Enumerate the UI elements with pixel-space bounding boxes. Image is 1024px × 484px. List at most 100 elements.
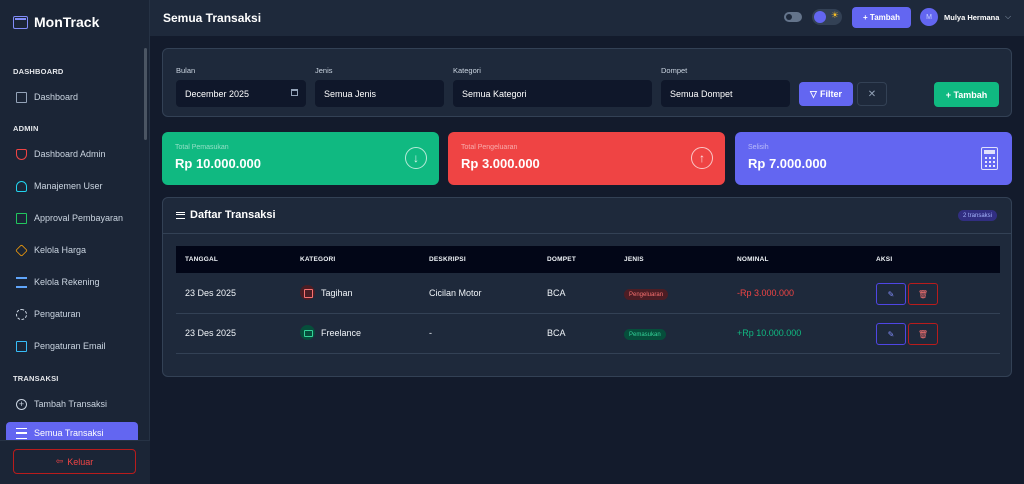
- user-name[interactable]: Mulya Hermana: [944, 13, 999, 22]
- cell-date: 23 Des 2025: [185, 288, 237, 298]
- th-description[interactable]: DESKRIPSI: [429, 256, 466, 263]
- category-select[interactable]: Semua Kategori: [453, 80, 652, 107]
- section-transaksi: TRANSAKSI: [13, 374, 59, 383]
- list-icon: [16, 427, 27, 439]
- diff-value: Rp 7.000.000: [748, 156, 827, 171]
- wallet-label: Dompet: [661, 66, 688, 75]
- type-badge: Pemasukan: [624, 329, 666, 340]
- chevron-down-icon[interactable]: ⌵: [1005, 12, 1011, 22]
- sidebar-item-label: Dashboard: [34, 92, 79, 102]
- type-value: Semua Jenis: [324, 88, 377, 99]
- sidebar-item-label: Manajemen User: [34, 181, 103, 191]
- expense-label: Total Pengeluaran: [461, 144, 518, 151]
- plus-circle-icon: +: [16, 398, 27, 410]
- income-label: Total Pemasukan: [175, 144, 229, 151]
- topbar-add-button[interactable]: + Tambah: [852, 7, 911, 28]
- wallet-select[interactable]: Semua Dompet: [661, 80, 790, 107]
- topbar: Semua Transaksi ☀ + Tambah M Mulya Herma…: [150, 0, 1024, 36]
- filter-label: Filter: [819, 89, 842, 99]
- month-label: Bulan: [176, 66, 196, 75]
- close-icon: ✕: [867, 88, 877, 100]
- th-amount[interactable]: NOMINAL: [737, 256, 769, 263]
- sidebar-item-label: Tambah Transaksi: [34, 399, 108, 409]
- panel-title-text: Daftar Transaksi: [190, 209, 276, 221]
- filter-panel: Bulan December 2025 Jenis Semua Jenis Ka…: [162, 48, 1012, 117]
- calculator-icon: [981, 147, 998, 170]
- expense-value: Rp 3.000.000: [461, 156, 540, 171]
- add-transaction-button[interactable]: + Tambah: [934, 82, 999, 107]
- sidebar-item-pengaturan[interactable]: Pengaturan: [6, 302, 138, 326]
- wallet-icon: [13, 15, 28, 29]
- theme-toggle[interactable]: ☀: [812, 9, 842, 25]
- table-row: 23 Des 2025 Tagihan Cicilan Motor BCA Pe…: [176, 274, 1000, 314]
- brand[interactable]: MonTrack: [0, 0, 149, 44]
- sidebar-scrollbar[interactable]: [144, 48, 147, 140]
- th-type[interactable]: JENIS: [624, 256, 644, 263]
- cell-category: Freelance: [321, 328, 362, 338]
- calendar-icon[interactable]: [291, 89, 298, 96]
- sidebar-item-dashboard-admin[interactable]: Dashboard Admin: [6, 142, 138, 166]
- month-input[interactable]: December 2025: [176, 80, 306, 107]
- sidebar-toggle[interactable]: [784, 12, 802, 22]
- credit-card-icon: [16, 212, 27, 224]
- th-wallet[interactable]: DOMPET: [547, 256, 576, 263]
- balance-card: Selisih Rp 7.000.000: [735, 132, 1012, 185]
- sidebar-item-pengaturan-email[interactable]: Pengaturan Email: [6, 334, 138, 358]
- edit-button[interactable]: ✎: [876, 283, 906, 305]
- logout-button[interactable]: ⇦ Keluar: [13, 449, 136, 474]
- sidebar-item-manajemen-user[interactable]: Manajemen User: [6, 174, 138, 198]
- sidebar-item-kelola-rekening[interactable]: Kelola Rekening: [6, 270, 138, 294]
- sidebar-item-dashboard[interactable]: Dashboard: [6, 85, 138, 109]
- sidebar-item-label: Pengaturan: [34, 309, 81, 319]
- diff-label: Selisih: [748, 144, 769, 151]
- bank-icon: [16, 276, 27, 288]
- th-date[interactable]: TANGGAL: [185, 256, 218, 263]
- mail-icon: [16, 340, 27, 352]
- pencil-icon: ✎: [887, 329, 895, 339]
- sidebar-item-label: Dashboard Admin: [34, 149, 106, 159]
- brand-name: MonTrack: [34, 14, 100, 30]
- sidebar-item-label: Approval Pembayaran: [34, 213, 124, 223]
- delete-button[interactable]: 🗑: [908, 323, 938, 345]
- count-badge: 2 transaksi: [957, 210, 997, 221]
- type-select[interactable]: Semua Jenis: [315, 80, 444, 107]
- category-label: Kategori: [453, 66, 481, 75]
- sidebar-item-label: Pengaturan Email: [34, 341, 106, 351]
- cell-wallet: BCA: [547, 328, 566, 338]
- receipt-icon: [300, 285, 315, 300]
- sidebar-item-kelola-harga[interactable]: Kelola Harga: [6, 238, 138, 262]
- trash-icon: 🗑: [917, 329, 929, 339]
- sidebar-footer: ⇦ Keluar: [0, 440, 150, 484]
- month-value: December 2025: [185, 88, 250, 99]
- logout-label: Keluar: [67, 456, 94, 467]
- category-value: Semua Kategori: [462, 88, 527, 99]
- cell-wallet: BCA: [547, 288, 566, 298]
- laptop-icon: [300, 325, 315, 340]
- toggle-knob: [814, 11, 826, 23]
- section-dashboard: DASHBOARD: [13, 67, 64, 76]
- expense-card: Total Pengeluaran Rp 3.000.000 ↑: [448, 132, 725, 185]
- panel-header: Daftar Transaksi 2 transaksi: [163, 198, 1011, 234]
- cell-category: Tagihan: [321, 288, 353, 298]
- page-title: Semua Transaksi: [163, 11, 262, 25]
- table-header: TANGGAL KATEGORI DESKRIPSI DOMPET JENIS …: [176, 246, 1000, 273]
- edit-button[interactable]: ✎: [876, 323, 906, 345]
- cell-description: -: [429, 328, 432, 338]
- sidebar-item-tambah-transaksi[interactable]: + Tambah Transaksi: [6, 392, 138, 416]
- delete-button[interactable]: 🗑: [908, 283, 938, 305]
- pencil-icon: ✎: [887, 289, 895, 299]
- avatar[interactable]: M: [920, 8, 938, 26]
- list-icon: [176, 211, 185, 219]
- filter-button[interactable]: ▽ Filter: [799, 82, 853, 106]
- tag-icon: [15, 243, 28, 257]
- income-value: Rp 10.000.000: [175, 156, 262, 171]
- type-badge: Pengeluaran: [624, 289, 669, 300]
- clear-filter-button[interactable]: ✕: [857, 82, 887, 106]
- shield-icon: [16, 148, 27, 160]
- logout-icon: ⇦: [55, 456, 64, 466]
- table-row: 23 Des 2025 Freelance - BCA Pemasukan +R…: [176, 314, 1000, 354]
- sidebar-item-approval-pembayaran[interactable]: Approval Pembayaran: [6, 206, 138, 230]
- panel-title: Daftar Transaksi: [176, 209, 276, 221]
- cell-date: 23 Des 2025: [185, 328, 237, 338]
- th-category[interactable]: KATEGORI: [300, 256, 335, 263]
